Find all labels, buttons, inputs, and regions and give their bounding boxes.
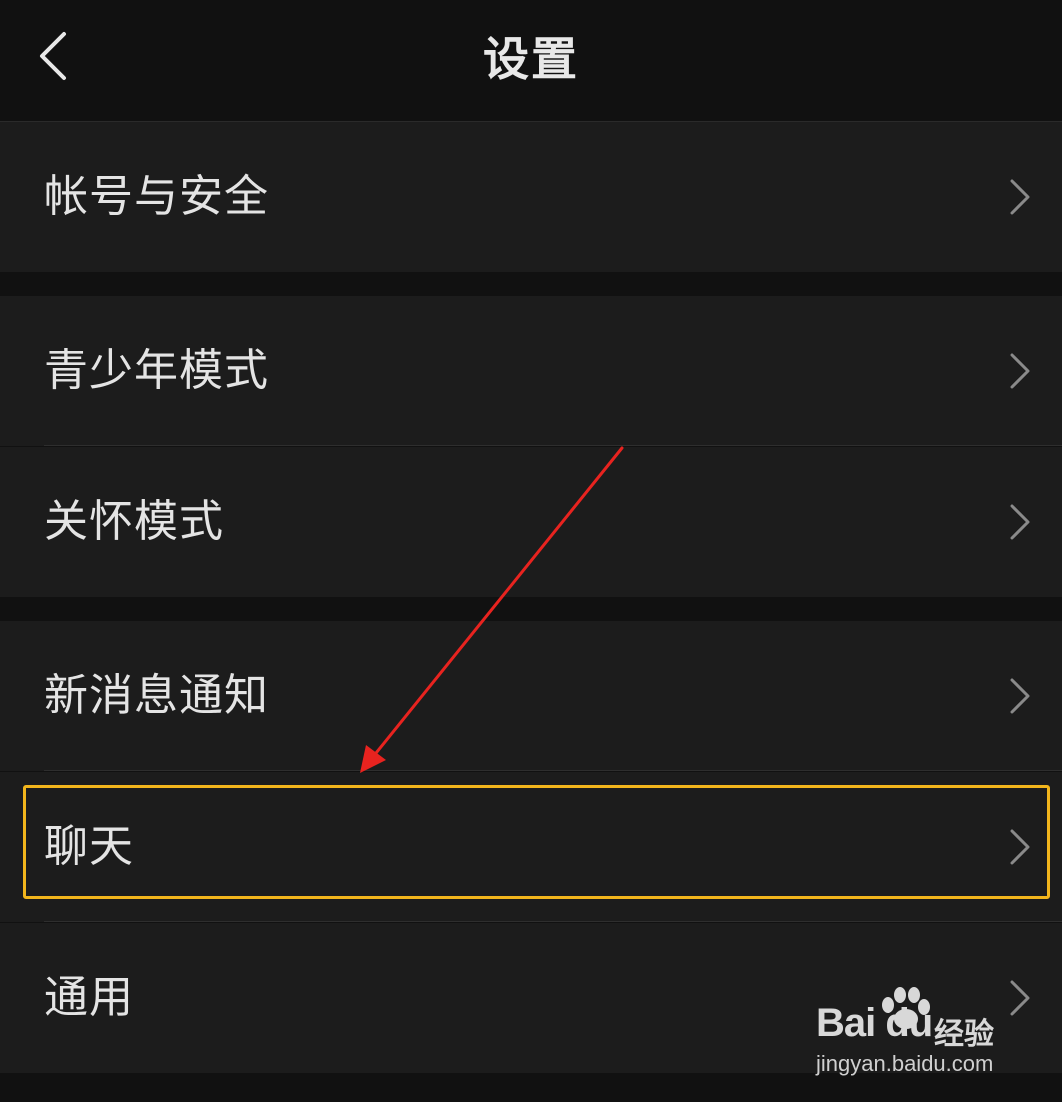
top-nav-bar: 设置 <box>0 0 1062 120</box>
settings-item-label: 青少年模式 <box>44 345 269 396</box>
chevron-right-icon <box>1010 504 1030 540</box>
settings-item-care-mode[interactable]: 关怀模式 <box>0 447 1062 597</box>
settings-item-new-message-notification[interactable]: 新消息通知 <box>0 621 1062 771</box>
section-gap <box>0 1073 1062 1102</box>
chevron-right-icon <box>1010 179 1030 215</box>
settings-item-label: 聊天 <box>44 821 134 872</box>
settings-item-account-security[interactable]: 帐号与安全 <box>0 122 1062 272</box>
section-gap <box>0 597 1062 621</box>
settings-item-label: 帐号与安全 <box>44 171 269 222</box>
chevron-right-icon <box>1010 678 1030 714</box>
chevron-right-icon <box>1010 980 1030 1016</box>
row-divider <box>44 921 1062 922</box>
chevron-right-icon <box>1010 353 1030 389</box>
settings-item-chat[interactable]: 聊天 <box>0 772 1062 922</box>
section-gap <box>0 272 1062 296</box>
settings-item-general[interactable]: 通用 <box>0 923 1062 1073</box>
settings-item-label: 新消息通知 <box>44 670 269 721</box>
row-divider <box>44 770 1062 771</box>
page-title: 设置 <box>483 32 579 86</box>
settings-item-teen-mode[interactable]: 青少年模式 <box>0 296 1062 446</box>
chevron-right-icon <box>1010 829 1030 865</box>
row-divider <box>44 445 1062 446</box>
settings-item-label: 关怀模式 <box>44 496 224 547</box>
settings-item-label: 通用 <box>44 972 134 1023</box>
